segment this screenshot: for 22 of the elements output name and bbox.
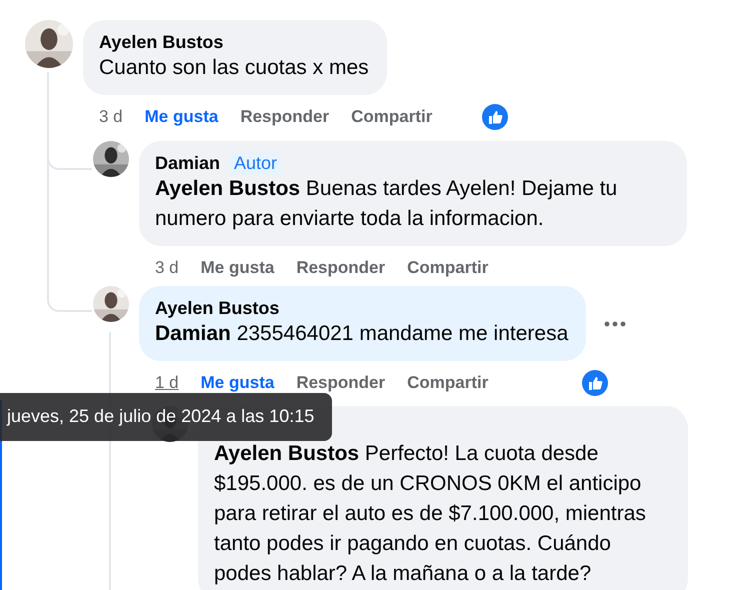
share-link[interactable]: Compartir	[351, 107, 432, 127]
author-name[interactable]: Ayelen Bustos	[99, 32, 224, 52]
timestamp-link[interactable]: 3 d	[99, 107, 123, 127]
date-tooltip: jueves, 25 de julio de 2024 a las 10:15	[0, 393, 332, 441]
reply-link[interactable]: Responder	[296, 258, 386, 278]
author-name[interactable]: Damian	[155, 152, 220, 174]
reply-link[interactable]: Responder	[240, 107, 330, 127]
author-badge: Autor	[230, 152, 282, 174]
reply-link[interactable]: Responder	[296, 373, 386, 393]
comment-text: Cuanto son las cuotas x mes	[99, 55, 369, 81]
share-link[interactable]: Compartir	[407, 258, 488, 278]
timestamp-link[interactable]: 3 d	[155, 258, 179, 278]
more-options-icon[interactable]	[604, 320, 626, 326]
timestamp-link[interactable]: 1 d	[155, 373, 179, 393]
like-link[interactable]: Me gusta	[200, 258, 274, 278]
comment-text: Ayelen Bustos Perfecto! La cuota desde $195.000. es de un CRONOS 0KM el anticipo para retirar el auto es de $7.100.000, mientras tanto podes ir pagando en cuotas. Cuándo podes hablar? A la mañana o a la tarde?	[214, 441, 647, 587]
author-name[interactable]: Ayelen Bustos	[155, 298, 280, 318]
share-link[interactable]: Compartir	[407, 373, 488, 393]
comment-text: Damian 2355464021 mandame me interesa	[155, 321, 568, 347]
like-link[interactable]: Me gusta	[144, 107, 218, 127]
like-link[interactable]: Me gusta	[200, 373, 274, 393]
comment-text: Ayelen Bustos Buenas tardes Ayelen! Dejame tu numero para enviarte toda la informacion.	[155, 176, 618, 232]
